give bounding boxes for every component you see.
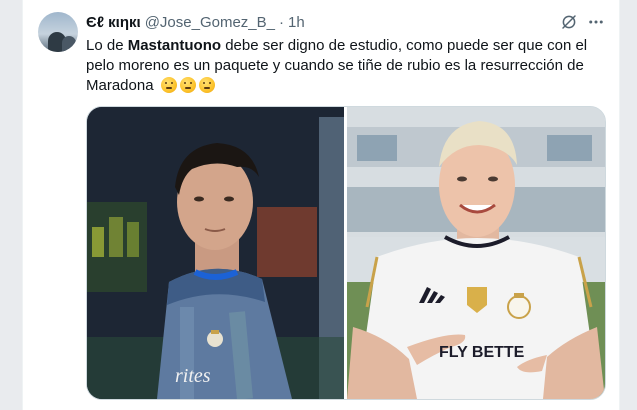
timestamp[interactable]: 1h [288,14,305,31]
thinking-face-icon [179,77,196,93]
tweet-text-mention: Mastantuono [127,37,222,54]
photo-left[interactable]: rites [87,107,344,399]
photo-right[interactable]: FLY BETTE [347,107,605,399]
more-icon[interactable] [587,13,605,31]
tweet-text: Lo de Mastantuono debe ser digno de estu… [86,36,606,96]
photo-right-jersey-text: FLY BETTE [439,344,525,361]
photo-left-illustration: rites [87,107,344,399]
user-handle[interactable]: @Jose_Gomez_B_ [145,14,275,31]
thinking-face-icon [198,77,215,93]
avatar[interactable] [38,12,78,52]
thinking-face-icon [160,77,177,93]
photo-left-jersey-text: rites [175,365,211,387]
separator-dot: · [278,13,284,31]
tweet-media: rites FLY BETTE [86,106,606,400]
grok-icon[interactable] [560,13,578,31]
tweet-header: Єℓ кιηкι @Jose_Gomez_B_ · 1h [86,13,305,31]
tweet-text-prefix: Lo de [86,37,128,54]
photo-right-illustration: FLY BETTE [347,107,605,399]
display-name[interactable]: Єℓ кιηкι [86,14,141,31]
avatar-figure-secondary [62,36,76,52]
